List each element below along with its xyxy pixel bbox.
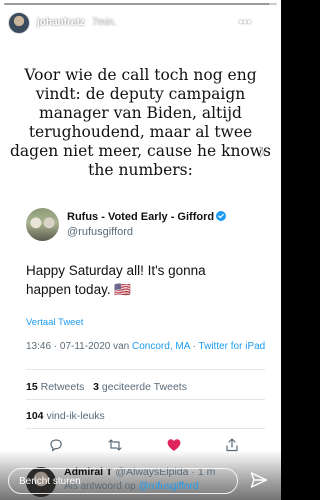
tweet-author-name: Rufus - Voted Early - Gifford: [67, 211, 227, 223]
tweet-author-avatar: [26, 208, 59, 241]
tweet-source-link[interactable]: Twitter for iPad: [199, 341, 266, 352]
send-message-input[interactable]: [8, 468, 238, 494]
tweet-metadata: 13:46 · 07-11-2020 van Concord, MA · Twi…: [26, 339, 271, 354]
like-count: 104: [26, 410, 44, 422]
retweet-count: 15: [26, 381, 38, 393]
story-header: johanfretz 7min. •••: [0, 8, 281, 36]
translate-tweet-link[interactable]: Vertaal Tweet: [26, 317, 83, 328]
close-icon[interactable]: [259, 14, 273, 28]
quote-count: 3: [93, 381, 99, 393]
quote-label: geciteerde Tweets: [101, 381, 187, 393]
story-username[interactable]: johanfretz: [37, 17, 85, 28]
verified-badge-icon: [216, 211, 227, 221]
story-timestamp: 7min.: [92, 17, 117, 28]
more-dots-icon[interactable]: •••: [238, 16, 252, 28]
profile-avatar[interactable]: [8, 12, 30, 34]
story-progress-fill: [4, 3, 269, 5]
paper-plane-icon[interactable]: [250, 471, 268, 489]
divider: [26, 369, 265, 370]
divider: [26, 428, 265, 429]
chevron-right-icon[interactable]: [258, 146, 266, 158]
story-progress-bar: [4, 3, 277, 5]
tweet-text: Happy Saturday all! It's gonna happen to…: [26, 263, 206, 297]
tweet-author-name-text: Rufus - Voted Early - Gifford: [67, 211, 215, 223]
tweet-meta-separator: ·: [189, 341, 199, 352]
retweet-label: Retweets: [40, 381, 85, 393]
retweet-stats[interactable]: 15 Retweets 3 geciteerde Tweets: [26, 381, 187, 393]
tweet-location-link[interactable]: Concord, MA: [132, 341, 190, 352]
like-label: vind-ik-leuks: [46, 410, 105, 422]
tweet-author-handle: @rufusgifford: [67, 226, 133, 238]
tweet-date: 13:46 · 07-11-2020 van: [26, 341, 133, 352]
story-caption: Voor wie de call toch nog eng vindt: de …: [10, 66, 272, 179]
story-frame: johanfretz 7min. ••• Voor wie de call to…: [0, 0, 281, 500]
like-stats[interactable]: 104 vind-ik-leuks: [26, 410, 105, 422]
divider: [26, 399, 265, 400]
